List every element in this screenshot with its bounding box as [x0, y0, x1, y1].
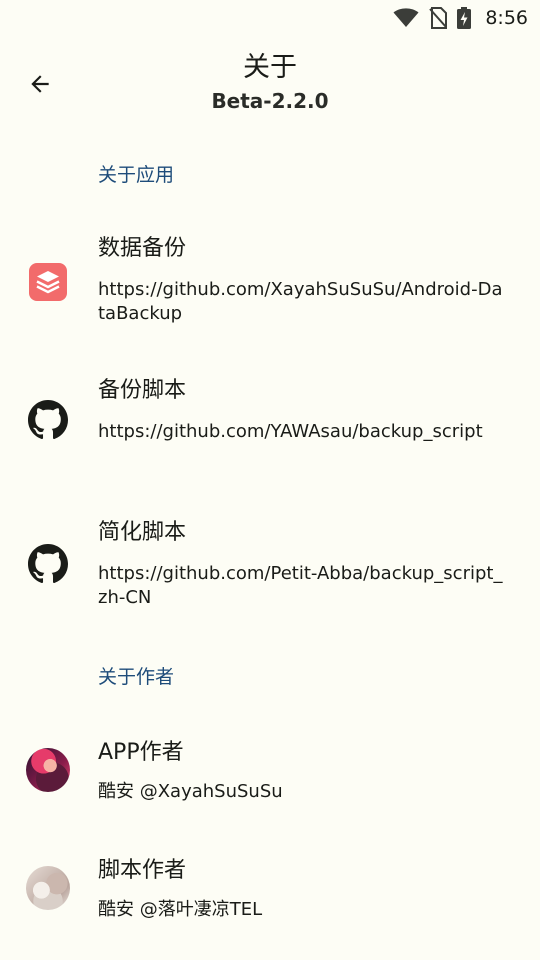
- item-title: 简化脚本: [98, 520, 187, 545]
- item-handle: 酷安 @落叶凄凉TEL: [98, 899, 263, 920]
- no-sim-icon: [429, 7, 448, 29]
- list-item-databackup[interactable]: 数据备份 https://github.com/XayahSuSuSu/Andr…: [0, 232, 540, 332]
- avatar: [26, 748, 70, 792]
- version-subtitle: Beta-2.2.0: [211, 89, 329, 113]
- status-icons: 8:56: [393, 6, 528, 30]
- github-icon: [26, 542, 70, 586]
- section-header-about-app: 关于应用: [98, 164, 175, 186]
- github-icon: [26, 398, 70, 442]
- item-title: 数据备份: [98, 236, 187, 261]
- list-item-app-author[interactable]: APP作者 酷安 @XayahSuSuSu: [0, 736, 540, 816]
- title-block: 关于 Beta-2.2.0: [0, 50, 540, 116]
- wifi-icon: [393, 8, 419, 27]
- status-clock: 8:56: [485, 7, 528, 29]
- item-title: 备份脚本: [98, 378, 187, 403]
- section-header-about-author: 关于作者: [98, 666, 175, 688]
- item-link: https://github.com/XayahSuSuSu/Android-D…: [98, 279, 503, 324]
- item-link: https://github.com/Petit-Abba/backup_scr…: [98, 563, 503, 608]
- databackup-app-icon: [26, 260, 70, 304]
- list-item-simplified-script[interactable]: 简化脚本 https://github.com/Petit-Abba/backu…: [0, 518, 540, 618]
- item-handle: 酷安 @XayahSuSuSu: [98, 781, 283, 802]
- page-title: 关于: [243, 52, 297, 83]
- status-bar: 8:56: [0, 0, 540, 36]
- battery-charging-icon: [457, 7, 472, 29]
- avatar: [26, 866, 70, 910]
- list-item-backup-script[interactable]: 备份脚本 https://github.com/YAWAsau/backup_s…: [0, 376, 540, 476]
- item-title: APP作者: [98, 740, 184, 765]
- about-screen: 8:56 关于 Beta-2.2.0 关于应用 数据备份 https://git…: [0, 0, 540, 960]
- item-title: 脚本作者: [98, 858, 187, 883]
- list-item-script-author[interactable]: 脚本作者 酷安 @落叶凄凉TEL: [0, 854, 540, 934]
- item-link: https://github.com/YAWAsau/backup_script: [98, 421, 483, 442]
